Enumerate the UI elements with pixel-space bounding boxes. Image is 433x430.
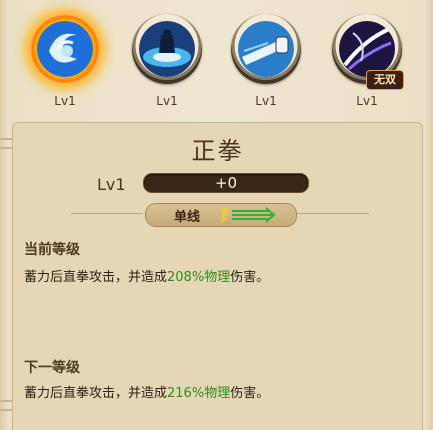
- skill-slot-1[interactable]: Lv1: [26, 8, 104, 116]
- punch-icon: [238, 21, 294, 77]
- experience-value: +0: [214, 174, 238, 192]
- skill-slot-2[interactable]: Lv1: [128, 8, 206, 116]
- skill-level-label: Lv1: [54, 94, 76, 108]
- unique-badge: 无双: [366, 70, 404, 90]
- next-level-description: 蓄力后直拳攻击，并造成216%物理伤害。: [24, 382, 269, 401]
- skill-level-label: Lv1: [356, 94, 378, 108]
- divider: [71, 213, 143, 214]
- skill-type-tag: 单线: [145, 203, 297, 227]
- skill-slot-3[interactable]: Lv1: [227, 8, 305, 116]
- skill-level-label: Lv1: [255, 94, 277, 108]
- whirlwind-icon: [37, 21, 93, 77]
- damage-value: 216%: [167, 386, 205, 401]
- current-level-header: 当前等级: [24, 242, 80, 258]
- shockwave-icon: [139, 21, 195, 77]
- skill-level-label: Lv1: [156, 94, 178, 108]
- current-level-description: 蓄力后直拳攻击，并造成208%物理伤害。: [24, 266, 269, 285]
- description-text: 伤害。: [230, 386, 270, 401]
- description-text: 伤害。: [230, 270, 270, 285]
- description-text: 蓄力后直拳攻击，并造成: [24, 270, 168, 285]
- damage-value: 208%: [167, 270, 205, 285]
- skill-type-label: 单线: [174, 210, 201, 225]
- damage-type: 物理: [204, 270, 231, 285]
- damage-type: 物理: [204, 386, 231, 401]
- divider: [297, 213, 369, 214]
- single-line-attack-icon: [218, 206, 276, 224]
- next-level-header: 下一等级: [24, 360, 80, 376]
- skill-detail-panel: 正拳 Lv1 +0 单线 当前等级 蓄力后直拳攻击，并造成208%物理伤害。 下…: [12, 122, 423, 430]
- skill-bar: Lv1 Lv1 Lv1 无双 Lv1: [0, 8, 433, 118]
- description-text: 蓄力后直拳攻击，并造成: [24, 386, 168, 401]
- level-label: Lv1: [97, 175, 126, 194]
- experience-bar: +0: [143, 173, 309, 193]
- skill-slot-4[interactable]: 无双 Lv1: [328, 8, 406, 116]
- slash-icon: [339, 21, 395, 77]
- skill-title: 正拳: [191, 137, 244, 165]
